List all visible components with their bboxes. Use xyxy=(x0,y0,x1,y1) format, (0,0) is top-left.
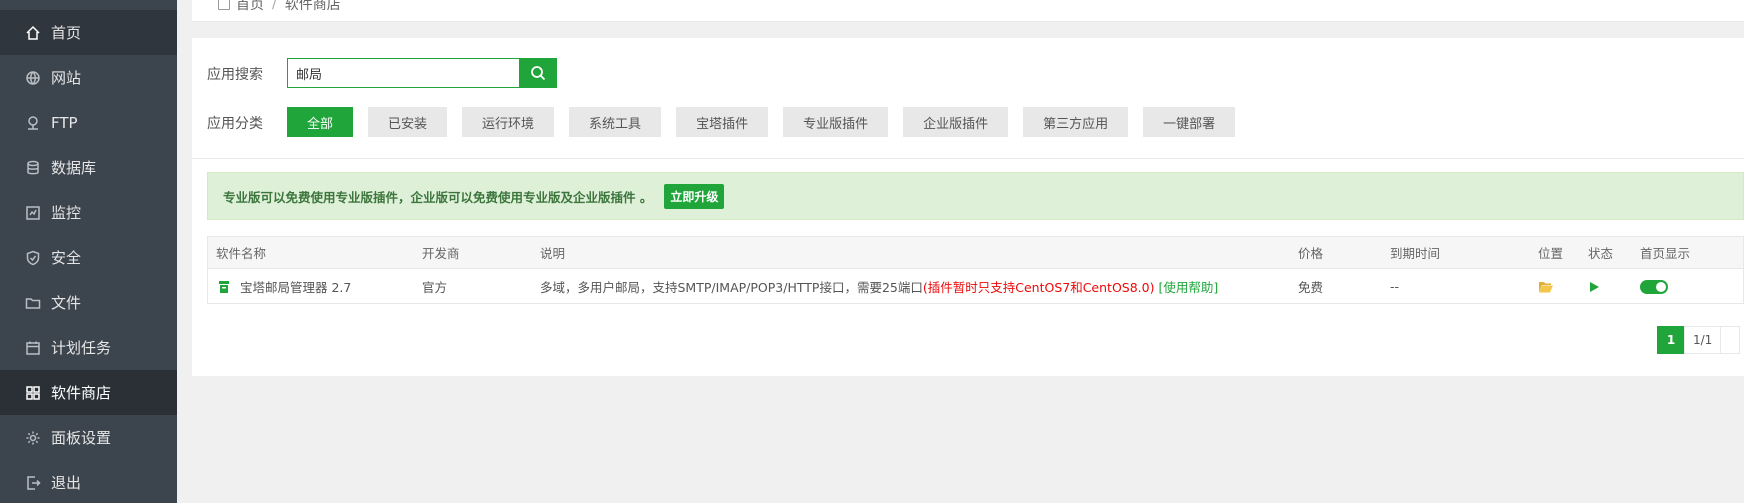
sidebar-item-security[interactable]: 安全 xyxy=(0,235,177,280)
table-row: 宝塔邮局管理器 2.7 官方 多域，多用户邮局，支持SMTP/IMAP/POP3… xyxy=(208,269,1743,304)
sidebar: 首页 网站 FTP 数据库 监控 安全 文件 计划任务 软件商店 面板设置 退出 xyxy=(0,0,177,503)
plugin-description: 多域，多用户邮局，支持SMTP/IMAP/POP3/HTTP接口，需要25端口(… xyxy=(540,269,1218,304)
category-filter: 全部 已安装 运行环境 系统工具 宝塔插件 专业版插件 企业版插件 第三方应用 … xyxy=(287,107,1250,137)
category-enterprise-plugins[interactable]: 企业版插件 xyxy=(903,107,1009,137)
search-input[interactable] xyxy=(287,58,519,88)
folder-open-icon xyxy=(1539,281,1553,292)
sidebar-item-store[interactable]: 软件商店 xyxy=(0,370,177,415)
sidebar-item-label: 首页 xyxy=(51,24,82,42)
search-box xyxy=(287,58,557,88)
table-header: 软件名称 开发商 说明 价格 到期时间 位置 状态 首页显示 xyxy=(208,237,1743,269)
breadcrumb-current: 软件商店 xyxy=(284,0,341,13)
category-system-tools[interactable]: 系统工具 xyxy=(569,107,662,137)
header-developer: 开发商 xyxy=(422,246,460,261)
plugin-price: 免费 xyxy=(1298,280,1324,295)
ftp-icon xyxy=(25,115,41,131)
sidebar-item-monitor[interactable]: 监控 xyxy=(0,190,177,235)
sidebar-item-label: 退出 xyxy=(51,474,82,492)
header-description: 说明 xyxy=(540,246,566,261)
home-icon xyxy=(25,25,41,41)
start-button[interactable] xyxy=(1588,269,1600,304)
breadcrumb: 首页 / 软件商店 xyxy=(218,0,341,14)
plugin-table: 软件名称 开发商 说明 价格 到期时间 位置 状态 首页显示 宝塔邮局管理器 2… xyxy=(207,236,1744,304)
open-folder-button[interactable] xyxy=(1538,269,1554,304)
database-icon xyxy=(25,160,41,176)
plugin-name-cell[interactable]: 宝塔邮局管理器 2.7 xyxy=(216,269,351,304)
sidebar-item-logout[interactable]: 退出 xyxy=(0,460,177,503)
page-current[interactable]: 1 xyxy=(1657,326,1685,354)
shield-icon xyxy=(25,250,41,266)
header-price: 价格 xyxy=(1298,246,1324,261)
monitor-icon xyxy=(25,205,41,221)
header-name: 软件名称 xyxy=(216,246,267,261)
divider xyxy=(192,158,1744,159)
sidebar-item-label: FTP xyxy=(51,113,78,132)
header-expire: 到期时间 xyxy=(1390,246,1441,261)
sidebar-item-label: 数据库 xyxy=(51,159,97,177)
logout-icon xyxy=(25,475,41,491)
upgrade-button[interactable]: 立即升级 xyxy=(664,183,725,209)
home-display-cell xyxy=(1640,269,1668,304)
plugin-developer: 官方 xyxy=(422,280,448,295)
globe-icon xyxy=(25,70,41,86)
plugin-name: 宝塔邮局管理器 2.7 xyxy=(240,280,352,295)
sidebar-item-label: 安全 xyxy=(51,249,82,267)
gear-icon xyxy=(25,430,41,446)
search-icon xyxy=(531,66,546,81)
category-pro-plugins[interactable]: 专业版插件 xyxy=(783,107,889,137)
home-display-toggle[interactable] xyxy=(1640,279,1668,294)
search-label: 应用搜索 xyxy=(207,67,263,83)
sidebar-item-label: 面板设置 xyxy=(51,429,112,447)
sidebar-item-database[interactable]: 数据库 xyxy=(0,145,177,190)
software-store-panel: 应用搜索 应用分类 全部 已安装 运行环境 系统工具 宝塔插件 专业版插件 企业… xyxy=(192,38,1744,376)
sidebar-item-label: 软件商店 xyxy=(51,384,112,402)
description-warning: (插件暂时只支持CentOS7和CentOS8.0) xyxy=(922,280,1155,295)
sidebar-item-website[interactable]: 网站 xyxy=(0,55,177,100)
sidebar-item-files[interactable]: 文件 xyxy=(0,280,177,325)
folder-icon xyxy=(25,295,41,311)
sidebar-item-label: 文件 xyxy=(51,294,82,312)
category-all[interactable]: 全部 xyxy=(287,107,354,137)
category-label: 应用分类 xyxy=(207,116,263,132)
category-runtime[interactable]: 运行环境 xyxy=(462,107,555,137)
breadcrumb-bar: 首页 / 软件商店 xyxy=(192,0,1744,22)
breadcrumb-home[interactable]: 首页 xyxy=(236,0,264,14)
page-next[interactable] xyxy=(1720,326,1741,354)
upgrade-notice: 专业版可以免费使用专业版插件，企业版可以免费使用专业版及企业版插件 。 立即升级 xyxy=(207,172,1744,220)
plugin-icon xyxy=(219,280,229,293)
grid-icon xyxy=(25,385,41,401)
pagination: 1 1/1 xyxy=(1657,326,1741,354)
sidebar-item-label: 网站 xyxy=(51,69,82,87)
plugin-expire: -- xyxy=(1390,279,1400,294)
sidebar-item-home[interactable]: 首页 xyxy=(0,10,177,55)
notice-text: 专业版可以免费使用专业版插件，企业版可以免费使用专业版及企业版插件 。 xyxy=(223,189,653,205)
description-text: 多域，多用户邮局，支持SMTP/IMAP/POP3/HTTP接口，需要25端口 xyxy=(540,280,923,295)
breadcrumb-separator: / xyxy=(272,0,277,12)
category-bt-plugins[interactable]: 宝塔插件 xyxy=(676,107,769,137)
header-home-display: 首页显示 xyxy=(1640,246,1691,261)
sidebar-item-cron[interactable]: 计划任务 xyxy=(0,325,177,370)
category-installed[interactable]: 已安装 xyxy=(368,107,448,137)
header-state: 状态 xyxy=(1588,246,1614,261)
page-summary: 1/1 xyxy=(1684,326,1722,354)
sidebar-item-ftp[interactable]: FTP xyxy=(0,100,177,145)
calendar-icon xyxy=(25,340,41,356)
sidebar-top-spacer xyxy=(0,0,177,10)
category-one-click-deploy[interactable]: 一键部署 xyxy=(1143,107,1236,137)
sidebar-item-settings[interactable]: 面板设置 xyxy=(0,415,177,460)
sidebar-item-label: 计划任务 xyxy=(51,339,112,357)
play-icon xyxy=(1590,281,1599,292)
category-third-party[interactable]: 第三方应用 xyxy=(1023,107,1129,137)
search-button[interactable] xyxy=(519,58,557,88)
help-link[interactable]: [使用帮助] xyxy=(1158,277,1218,296)
header-position: 位置 xyxy=(1538,246,1564,261)
breadcrumb-home-icon xyxy=(218,0,230,10)
sidebar-item-label: 监控 xyxy=(51,204,82,222)
